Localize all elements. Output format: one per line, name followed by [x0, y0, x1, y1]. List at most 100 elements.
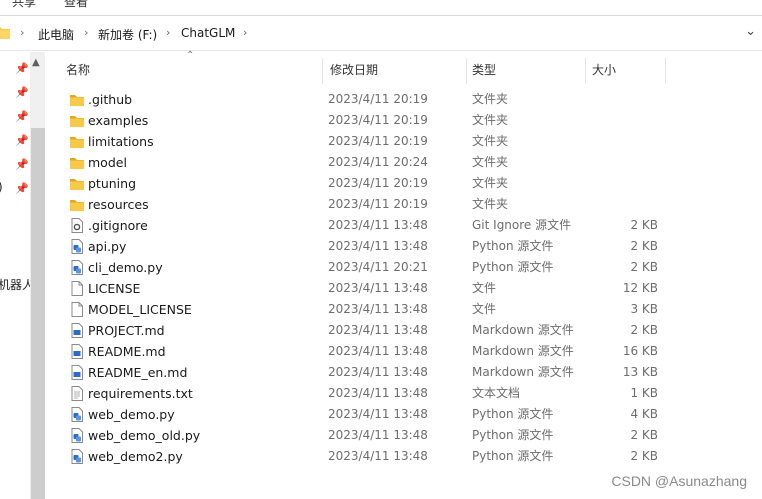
file-type: 文件夹 — [472, 92, 509, 106]
file-row[interactable]: model 2023/4/11 20:24 文件夹 — [58, 152, 668, 173]
column-header-type[interactable]: 类型 — [464, 58, 582, 82]
file-modified: 2023/4/11 20:19 — [328, 134, 428, 148]
file-modified: 2023/4/11 13:48 — [328, 386, 428, 400]
watermark: CSDN @Asunazhang — [611, 473, 747, 489]
file-row[interactable]: README.md 2023/4/11 13:48 Markdown 源文件 16 K… — [58, 341, 668, 362]
pin-icon[interactable]: 📌 — [15, 158, 29, 171]
markdown-file-icon — [70, 323, 84, 338]
file-modified: 2023/4/11 13:48 — [328, 218, 428, 232]
scroll-thumb[interactable] — [31, 128, 45, 499]
file-modified: 2023/4/11 13:48 — [328, 344, 428, 358]
file-size: 12 KB — [622, 281, 658, 295]
breadcrumb-drive-f[interactable]: 新加卷 (F:) — [98, 26, 157, 43]
file-name[interactable]: web_demo_old.py — [88, 425, 200, 446]
file-size: 2 KB — [630, 449, 658, 463]
file-type: Python 源文件 — [472, 260, 554, 274]
menu-item-view[interactable]: 查看 — [64, 0, 88, 10]
file-modified: 2023/4/11 13:48 — [328, 428, 428, 442]
file-name[interactable]: LICENSE — [88, 278, 140, 299]
file-row[interactable]: PROJECT.md 2023/4/11 13:48 Markdown 源文件 2 K… — [58, 320, 668, 341]
file-row[interactable]: .gitignore 2023/4/11 13:48 Git Ignore 源文件 2… — [58, 215, 668, 236]
breadcrumb-chatglm[interactable]: ChatGLM — [181, 26, 235, 40]
python-file-icon — [70, 407, 84, 422]
file-row[interactable]: MODEL_LICENSE 2023/4/11 13:48 文件 3 KB — [58, 299, 668, 320]
file-size: 2 KB — [630, 260, 658, 274]
file-modified: 2023/4/11 13:48 — [328, 365, 428, 379]
file-type: 文件夹 — [472, 176, 509, 190]
file-name[interactable]: .gitignore — [88, 215, 148, 236]
file-type: Git Ignore 源文件 — [472, 218, 572, 232]
file-name[interactable]: resources — [88, 194, 149, 215]
file-name[interactable]: README_en.md — [88, 362, 187, 383]
breadcrumb-separator-icon[interactable]: › — [166, 26, 170, 39]
file-name[interactable]: web_demo.py — [88, 404, 175, 425]
folder-icon — [70, 155, 84, 170]
nav-item-robot[interactable]: 机器人 — [0, 276, 34, 293]
blank-file-icon — [70, 281, 84, 296]
file-type: 文件夹 — [472, 113, 509, 127]
scroll-up-icon[interactable]: ▲ — [32, 57, 40, 68]
menu-item-share[interactable]: 共享 — [12, 0, 36, 10]
file-name[interactable]: ptuning — [88, 173, 136, 194]
file-type: Markdown 源文件 — [472, 365, 574, 379]
file-name[interactable]: limitations — [88, 131, 154, 152]
nav-scrollbar[interactable]: ▲ — [30, 52, 45, 499]
folder-icon — [70, 134, 84, 149]
file-row[interactable]: api.py 2023/4/11 13:48 Python 源文件 2 KB — [58, 236, 668, 257]
file-row[interactable]: cli_demo.py 2023/4/11 20:21 Python 源文件 2 KB — [58, 257, 668, 278]
pin-icon[interactable]: 📌 — [15, 62, 29, 75]
python-file-icon — [70, 428, 84, 443]
file-type: 文件夹 — [472, 134, 509, 148]
column-header-size[interactable]: 大小 — [584, 58, 662, 82]
breadcrumb-this-pc[interactable]: 此电脑 — [38, 26, 74, 43]
file-name[interactable]: examples — [88, 110, 148, 131]
file-row[interactable]: web_demo.py 2023/4/11 13:48 Python 源文件 4 KB — [58, 404, 668, 425]
file-name[interactable]: requirements.txt — [88, 383, 193, 404]
pin-icon[interactable]: 📌 — [15, 86, 29, 99]
file-name[interactable]: README.md — [88, 341, 166, 362]
text-file-icon — [70, 386, 84, 401]
column-divider[interactable] — [665, 58, 666, 84]
nav-item-fragment[interactable]: ) — [0, 180, 3, 194]
file-row[interactable]: requirements.txt 2023/4/11 13:48 文本文档 1 KB — [58, 383, 668, 404]
python-file-icon — [70, 239, 84, 254]
chevron-down-icon[interactable]: ⌄ — [745, 24, 756, 39]
file-list: .github 2023/4/11 20:19 文件夹 examples 2023/4/… — [58, 89, 668, 467]
file-size: 3 KB — [630, 302, 658, 316]
file-modified: 2023/4/11 20:19 — [328, 92, 428, 106]
breadcrumb-separator-icon[interactable]: › — [243, 26, 247, 39]
column-header-modified[interactable]: 修改日期 — [322, 58, 466, 82]
file-name[interactable]: .github — [88, 89, 132, 110]
file-row[interactable]: .github 2023/4/11 20:19 文件夹 — [58, 89, 668, 110]
file-row[interactable]: LICENSE 2023/4/11 13:48 文件 12 KB — [58, 278, 668, 299]
file-modified: 2023/4/11 20:21 — [328, 260, 428, 274]
file-type: Markdown 源文件 — [472, 344, 574, 358]
file-name[interactable]: cli_demo.py — [88, 257, 163, 278]
pin-icon[interactable]: 📌 — [15, 110, 29, 123]
file-row[interactable]: web_demo2.py 2023/4/11 13:48 Python 源文件 2 K… — [58, 446, 668, 467]
column-header-name[interactable]: 名称 — [58, 58, 318, 82]
file-row[interactable]: limitations 2023/4/11 20:19 文件夹 — [58, 131, 668, 152]
file-row[interactable]: README_en.md 2023/4/11 13:48 Markdown 源文件 1… — [58, 362, 668, 383]
folder-icon — [70, 92, 84, 107]
file-modified: 2023/4/11 13:48 — [328, 239, 428, 253]
file-row[interactable]: examples 2023/4/11 20:19 文件夹 — [58, 110, 668, 131]
file-type: 文件夹 — [472, 155, 509, 169]
file-size: 13 KB — [622, 365, 658, 379]
file-row[interactable]: ptuning 2023/4/11 20:19 文件夹 — [58, 173, 668, 194]
file-row[interactable]: resources 2023/4/11 20:19 文件夹 — [58, 194, 668, 215]
file-type: Python 源文件 — [472, 449, 554, 463]
gear-file-icon — [70, 218, 84, 233]
pin-icon[interactable]: 📌 — [15, 134, 29, 147]
file-name[interactable]: api.py — [88, 236, 126, 257]
breadcrumb-separator-icon[interactable]: › — [20, 26, 24, 39]
file-name[interactable]: MODEL_LICENSE — [88, 299, 192, 320]
address-bar[interactable]: › 此电脑 › 新加卷 (F:) › ChatGLM › ⌄ — [0, 15, 762, 51]
breadcrumb-separator-icon[interactable]: › — [84, 26, 88, 39]
pin-icon[interactable]: 📌 — [15, 182, 29, 195]
file-name[interactable]: web_demo2.py — [88, 446, 183, 467]
file-name[interactable]: model — [88, 152, 127, 173]
file-row[interactable]: web_demo_old.py 2023/4/11 13:48 Python 源文件… — [58, 425, 668, 446]
file-name[interactable]: PROJECT.md — [88, 320, 165, 341]
file-modified: 2023/4/11 20:19 — [328, 113, 428, 127]
